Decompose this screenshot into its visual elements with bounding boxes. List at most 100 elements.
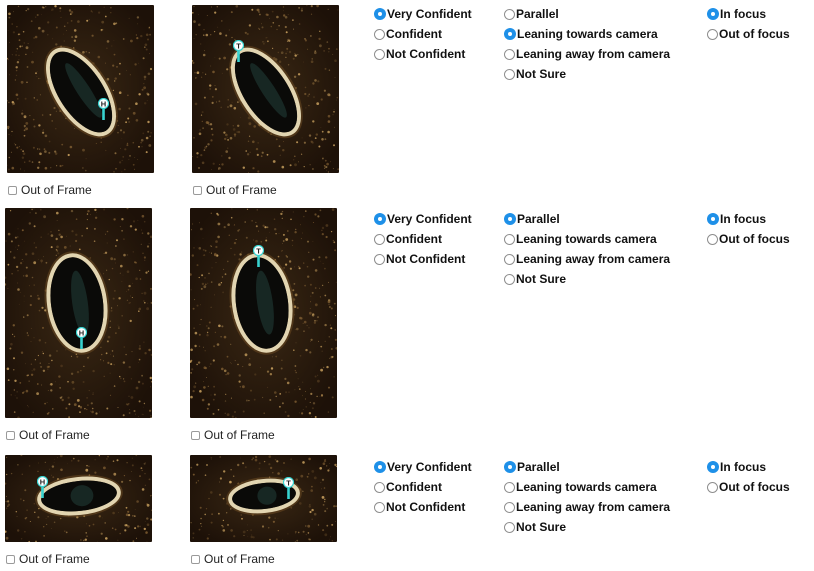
radio-unselected-icon[interactable] [504,233,515,245]
confidence-option[interactable]: Not Confident [374,497,472,517]
radio-unselected-icon[interactable] [504,481,515,493]
radio-unselected-icon[interactable] [374,28,385,40]
orientation-option[interactable]: Not Sure [504,269,670,289]
head-marker[interactable]: H [75,326,88,349]
orientation-option-label: Leaning towards camera [516,480,657,494]
orientation-option[interactable]: Leaning towards camera [504,24,670,44]
orientation-option[interactable]: Parallel [504,209,670,229]
radio-unselected-icon[interactable] [504,273,515,285]
confidence-radio-group: Very Confident Confident Not Confident [374,209,472,269]
orientation-option-label: Not Sure [516,520,567,534]
checkbox-box[interactable] [191,554,200,564]
confidence-option[interactable]: Confident [374,24,472,44]
orientation-option[interactable]: Leaning away from camera [504,44,670,64]
radio-unselected-icon[interactable] [504,253,515,265]
tail-frame-image[interactable] [192,5,339,173]
svg-text:T: T [256,246,261,255]
focus-option-label: In focus [720,7,767,21]
out-of-frame-checkbox[interactable]: Out of Frame [6,428,90,442]
checkbox-box[interactable] [193,185,202,195]
out-of-frame-checkbox[interactable]: Out of Frame [193,183,277,197]
radio-unselected-icon[interactable] [504,8,515,20]
radio-selected-icon[interactable] [707,461,719,473]
orientation-option[interactable]: Leaning towards camera [504,477,670,497]
confidence-option[interactable]: Not Confident [374,44,472,64]
orientation-option-label: Leaning away from camera [516,500,671,514]
svg-text:H: H [79,328,84,337]
checkbox-box[interactable] [6,430,15,440]
orientation-option[interactable]: Parallel [504,457,670,477]
tail-marker[interactable]: T [252,244,265,267]
out-of-frame-checkbox[interactable]: Out of Frame [8,183,92,197]
radio-selected-icon[interactable] [504,28,516,40]
orientation-option[interactable]: Parallel [504,4,670,24]
orientation-radio-group: Parallel Leaning towards camera Leaning aw… [504,457,670,537]
confidence-option-label: Very Confident [387,212,472,226]
out-of-frame-checkbox[interactable]: Out of Frame [191,428,275,442]
out-of-frame-checkbox[interactable]: Out of Frame [6,552,90,566]
radio-unselected-icon[interactable] [374,501,385,513]
head-frame-image[interactable] [7,5,154,173]
tail-frame-image[interactable] [190,455,337,542]
confidence-radio-group: Very Confident Confident Not Confident [374,4,472,64]
head-frame-image[interactable] [5,455,152,542]
radio-unselected-icon[interactable] [707,481,718,493]
radio-unselected-icon[interactable] [504,501,515,513]
confidence-option[interactable]: Very Confident [374,457,472,477]
radio-selected-icon[interactable] [374,461,386,473]
focus-option[interactable]: Out of focus [707,229,790,249]
focus-option-label: Out of focus [719,480,790,494]
radio-selected-icon[interactable] [504,213,516,225]
radio-selected-icon[interactable] [707,8,719,20]
focus-radio-group: In focus Out of focus [707,4,790,44]
radio-unselected-icon[interactable] [707,28,718,40]
focus-option[interactable]: Out of focus [707,24,790,44]
radio-selected-icon[interactable] [707,213,719,225]
checkbox-box[interactable] [6,554,15,564]
confidence-option[interactable]: Confident [374,477,472,497]
focus-option[interactable]: In focus [707,209,790,229]
tail-marker[interactable]: T [282,476,295,499]
orientation-option-label: Leaning away from camera [516,252,671,266]
confidence-option-label: Confident [386,27,442,41]
out-of-frame-checkbox[interactable]: Out of Frame [191,552,275,566]
orientation-option[interactable]: Not Sure [504,517,670,537]
svg-text:H: H [40,477,45,486]
radio-unselected-icon[interactable] [504,521,515,533]
radio-selected-icon[interactable] [374,8,386,20]
confidence-option[interactable]: Confident [374,229,472,249]
orientation-option-label: Parallel [517,212,560,226]
out-of-frame-label: Out of Frame [19,552,90,566]
out-of-frame-label: Out of Frame [21,183,92,197]
radio-unselected-icon[interactable] [707,233,718,245]
tail-frame-image[interactable] [190,208,337,418]
radio-unselected-icon[interactable] [374,253,385,265]
tail-marker[interactable]: T [232,39,245,62]
orientation-option[interactable]: Leaning away from camera [504,497,670,517]
head-marker[interactable]: H [97,97,110,120]
checkbox-box[interactable] [8,185,17,195]
head-frame-image[interactable] [5,208,152,418]
confidence-option[interactable]: Very Confident [374,4,472,24]
radio-selected-icon[interactable] [504,461,516,473]
orientation-option-label: Leaning towards camera [516,232,657,246]
confidence-option[interactable]: Not Confident [374,249,472,269]
orientation-option-label: Not Sure [516,272,567,286]
out-of-frame-label: Out of Frame [19,428,90,442]
radio-selected-icon[interactable] [374,213,386,225]
orientation-option[interactable]: Not Sure [504,64,670,84]
checkbox-box[interactable] [191,430,200,440]
radio-unselected-icon[interactable] [374,233,385,245]
radio-unselected-icon[interactable] [504,68,515,80]
radio-unselected-icon[interactable] [504,48,515,60]
orientation-option[interactable]: Leaning towards camera [504,229,670,249]
focus-option[interactable]: In focus [707,457,790,477]
radio-unselected-icon[interactable] [374,481,385,493]
confidence-option[interactable]: Very Confident [374,209,472,229]
focus-option[interactable]: In focus [707,4,790,24]
focus-option[interactable]: Out of focus [707,477,790,497]
focus-option-label: Out of focus [719,232,790,246]
head-marker[interactable]: H [36,475,49,498]
radio-unselected-icon[interactable] [374,48,385,60]
orientation-option[interactable]: Leaning away from camera [504,249,670,269]
